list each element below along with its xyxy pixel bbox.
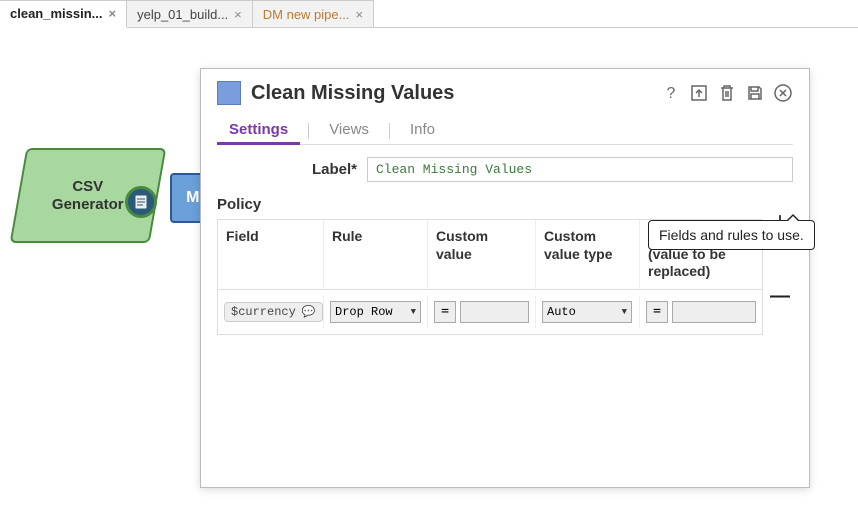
chevron-down-icon: ▼ bbox=[622, 307, 627, 317]
close-icon[interactable]: × bbox=[355, 7, 363, 22]
custom-value-type-select[interactable]: Auto ▼ bbox=[542, 301, 632, 323]
trash-icon[interactable] bbox=[717, 83, 737, 103]
tab-clean-missing[interactable]: clean_missin... × bbox=[0, 0, 127, 28]
cvt-value: Auto bbox=[547, 305, 618, 319]
tab-label: clean_missin... bbox=[10, 6, 103, 21]
tab-settings[interactable]: Settings bbox=[217, 117, 300, 145]
field-value: $currency bbox=[231, 305, 296, 319]
custom-value-input[interactable] bbox=[460, 301, 529, 323]
table-row: $currency 💬 Drop Row ▼ = bbox=[218, 290, 762, 334]
export-icon[interactable] bbox=[689, 83, 709, 103]
col-field: Field bbox=[218, 220, 324, 289]
field-selector[interactable]: $currency 💬 bbox=[224, 302, 323, 322]
help-icon[interactable]: ? bbox=[661, 83, 681, 103]
save-icon[interactable] bbox=[745, 83, 765, 103]
tab-yelp[interactable]: yelp_01_build... × bbox=[127, 0, 253, 27]
close-icon[interactable]: × bbox=[234, 7, 242, 22]
equals-button[interactable]: = bbox=[646, 301, 668, 323]
svg-text:?: ? bbox=[667, 85, 676, 102]
node-type-icon bbox=[217, 81, 241, 105]
cell-rule: Drop Row ▼ bbox=[324, 296, 428, 328]
chevron-down-icon: ▼ bbox=[411, 307, 416, 317]
tab-label: yelp_01_build... bbox=[137, 7, 228, 22]
col-rule: Rule bbox=[324, 220, 428, 289]
policy-heading: Policy bbox=[217, 196, 793, 213]
cell-custom-value-type: Auto ▼ bbox=[536, 296, 640, 328]
equals-button[interactable]: = bbox=[434, 301, 456, 323]
panel-title: Clean Missing Values bbox=[251, 82, 651, 105]
node-connector[interactable] bbox=[125, 186, 157, 218]
close-icon[interactable]: × bbox=[109, 6, 117, 21]
label-row: Label* bbox=[217, 157, 793, 182]
node-label: CSV Generator bbox=[52, 178, 124, 214]
tab-info[interactable]: Info bbox=[398, 117, 447, 144]
rule-value: Drop Row bbox=[335, 305, 407, 319]
tab-views[interactable]: Views bbox=[317, 117, 381, 144]
panel-tabs: Settings Views Info bbox=[217, 117, 793, 145]
settings-panel: Clean Missing Values ? Settings Views In… bbox=[200, 68, 810, 488]
rule-select[interactable]: Drop Row ▼ bbox=[330, 301, 421, 323]
label-field-label: Label* bbox=[217, 161, 357, 178]
remove-row-button[interactable]: — bbox=[767, 283, 793, 309]
panel-header: Clean Missing Values ? bbox=[217, 81, 793, 105]
cell-custom-value: = bbox=[428, 296, 536, 328]
cell-field: $currency 💬 bbox=[218, 296, 324, 328]
cell-custom-value-replace: = bbox=[640, 296, 762, 328]
tab-separator bbox=[308, 123, 309, 139]
tab-bar: clean_missin... × yelp_01_build... × DM … bbox=[0, 0, 858, 28]
close-icon[interactable] bbox=[773, 83, 793, 103]
tab-label: DM new pipe... bbox=[263, 7, 350, 22]
label-input[interactable] bbox=[367, 157, 793, 182]
chat-icon: 💬 bbox=[302, 305, 316, 319]
tooltip: Fields and rules to use. bbox=[648, 220, 815, 250]
panel-toolbar: ? bbox=[661, 83, 793, 103]
tab-separator bbox=[389, 123, 390, 139]
tab-dm-new-pipe[interactable]: DM new pipe... × bbox=[253, 0, 374, 27]
document-icon bbox=[133, 194, 149, 210]
custom-value2-input[interactable] bbox=[672, 301, 756, 323]
col-custom-value-type: Custom value type bbox=[536, 220, 640, 289]
col-custom-value: Custom value bbox=[428, 220, 536, 289]
